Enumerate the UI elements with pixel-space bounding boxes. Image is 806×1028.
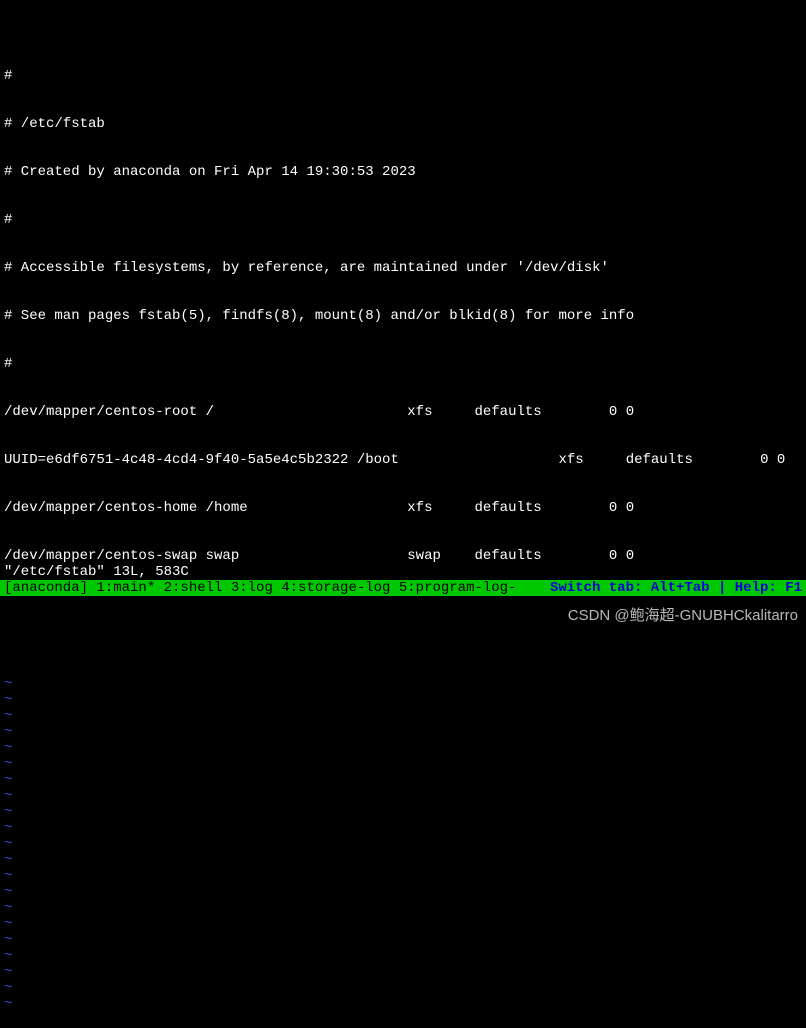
tilde-line: ~ <box>4 852 802 868</box>
file-line: /dev/mapper/centos-swap swap swap defaul… <box>4 548 802 564</box>
tilde-line: ~ <box>4 676 802 692</box>
tilde-line: ~ <box>4 884 802 900</box>
tilde-line: ~ <box>4 948 802 964</box>
file-line: # Accessible filesystems, by reference, … <box>4 260 802 276</box>
tilde-line: ~ <box>4 996 802 1012</box>
vim-status-line: "/etc/fstab" 13L, 583C <box>4 564 189 580</box>
file-line: /dev/mapper/centos-home /home xfs defaul… <box>4 500 802 516</box>
file-line: # /etc/fstab <box>4 116 802 132</box>
tilde-line: ~ <box>4 980 802 996</box>
tilde-line: ~ <box>4 900 802 916</box>
terminal-viewport[interactable]: # # /etc/fstab # Created by anaconda on … <box>0 0 806 1028</box>
file-line: # Created by anaconda on Fri Apr 14 19:3… <box>4 164 802 180</box>
tilde-line: ~ <box>4 772 802 788</box>
file-line: # <box>4 212 802 228</box>
tilde-line: ~ <box>4 932 802 948</box>
tilde-line: ~ <box>4 868 802 884</box>
tilde-line: ~ <box>4 756 802 772</box>
tmux-windows-list[interactable]: [anaconda] 1:main* 2:shell 3:log 4:stora… <box>4 580 516 596</box>
file-line: # See man pages fstab(5), findfs(8), mou… <box>4 308 802 324</box>
tilde-line: ~ <box>4 708 802 724</box>
watermark-text: CSDN @鲍海超-GNUBHCkalitarro <box>568 608 798 624</box>
tmux-status-bar[interactable]: [anaconda] 1:main* 2:shell 3:log 4:stora… <box>0 580 806 596</box>
file-line: # <box>4 356 802 372</box>
tilde-line: ~ <box>4 964 802 980</box>
empty-buffer-lines: ~~~~~~~~~~~~~~~~~~~~~ <box>4 676 802 1012</box>
tilde-line: ~ <box>4 788 802 804</box>
tilde-line: ~ <box>4 804 802 820</box>
tilde-line: ~ <box>4 916 802 932</box>
file-line: # <box>4 68 802 84</box>
tilde-line: ~ <box>4 692 802 708</box>
tmux-help-hint: Switch tab: Alt+Tab | Help: F1 <box>550 580 802 596</box>
file-line: /dev/mapper/centos-root / xfs defaults 0… <box>4 404 802 420</box>
tilde-line: ~ <box>4 740 802 756</box>
file-content: # # /etc/fstab # Created by anaconda on … <box>4 36 802 644</box>
tilde-line: ~ <box>4 724 802 740</box>
file-line: UUID=e6df6751-4c48-4cd4-9f40-5a5e4c5b232… <box>4 452 802 468</box>
tilde-line: ~ <box>4 836 802 852</box>
tilde-line: ~ <box>4 820 802 836</box>
